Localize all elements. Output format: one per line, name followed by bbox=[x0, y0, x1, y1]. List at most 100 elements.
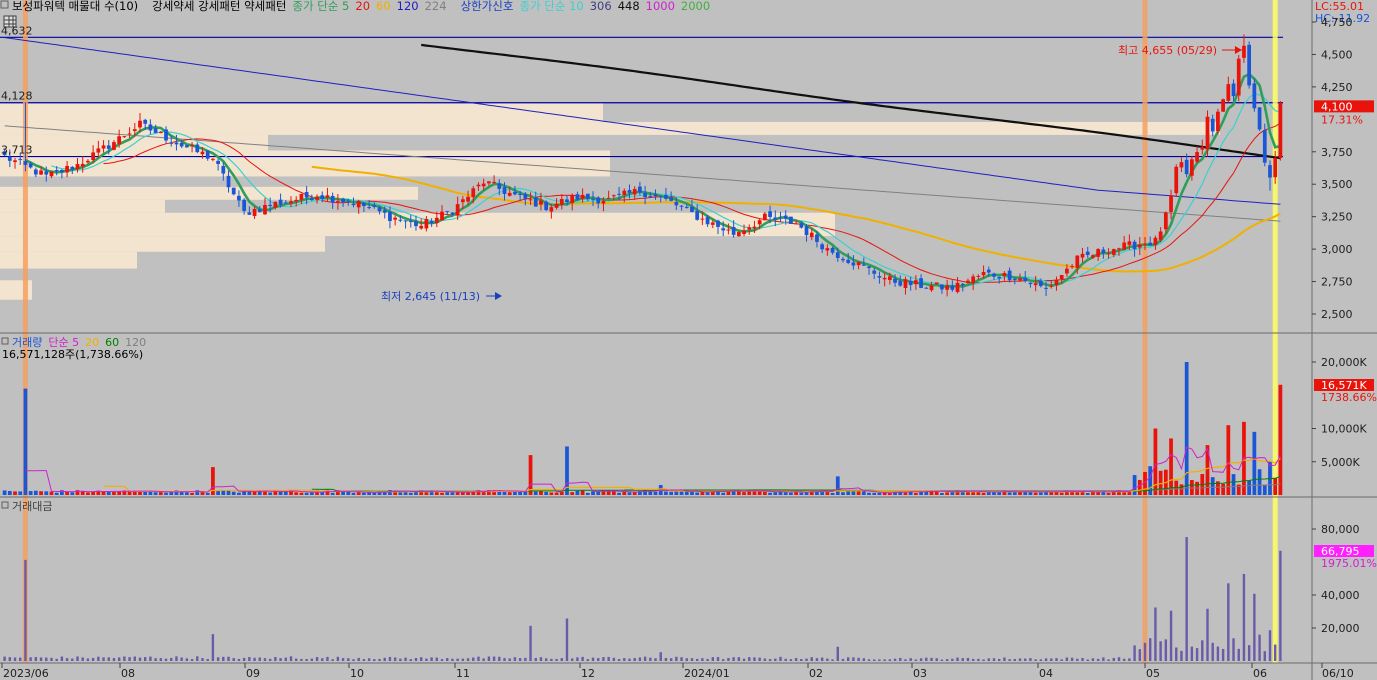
candle-body[interactable] bbox=[1231, 83, 1236, 97]
candle-body[interactable] bbox=[1122, 242, 1127, 250]
candle-body[interactable] bbox=[1210, 118, 1215, 132]
amount-bar[interactable] bbox=[966, 657, 970, 661]
candle-body[interactable] bbox=[679, 205, 684, 207]
amount-bar[interactable] bbox=[883, 659, 886, 661]
candle-body[interactable] bbox=[877, 276, 882, 278]
amount-bar[interactable] bbox=[466, 658, 470, 661]
amount-bar[interactable] bbox=[112, 658, 116, 661]
amount-bar[interactable] bbox=[55, 658, 58, 661]
amount-bar[interactable] bbox=[633, 658, 636, 661]
amount-bar[interactable] bbox=[987, 658, 990, 661]
amount-bar[interactable] bbox=[1263, 651, 1266, 661]
amount-bar[interactable] bbox=[971, 658, 975, 661]
volume-bar[interactable] bbox=[768, 492, 772, 495]
candle-body[interactable] bbox=[211, 158, 215, 160]
amount-bar[interactable] bbox=[873, 659, 876, 661]
amount-bar[interactable] bbox=[123, 656, 126, 661]
candle-body[interactable] bbox=[1268, 165, 1272, 178]
candle-body[interactable] bbox=[382, 210, 387, 213]
amount-bar[interactable] bbox=[149, 656, 152, 661]
candle-body[interactable] bbox=[867, 266, 871, 269]
amount-bar[interactable] bbox=[586, 659, 590, 661]
volume-bar[interactable] bbox=[184, 492, 189, 495]
amount-bar[interactable] bbox=[482, 658, 485, 661]
candle-body[interactable] bbox=[1038, 281, 1043, 287]
amount-bar[interactable] bbox=[341, 658, 345, 661]
candle-body[interactable] bbox=[164, 129, 168, 141]
candle-body[interactable] bbox=[1189, 159, 1194, 176]
candle-body[interactable] bbox=[429, 221, 434, 224]
candle-body[interactable] bbox=[294, 199, 299, 202]
volume-bar[interactable] bbox=[596, 491, 601, 495]
amount-bar[interactable] bbox=[414, 658, 418, 661]
amount-bar[interactable] bbox=[60, 656, 64, 661]
volume-bar[interactable] bbox=[49, 491, 54, 495]
amount-bar[interactable] bbox=[1107, 659, 1110, 661]
candle-body[interactable] bbox=[190, 145, 194, 147]
amount-bar[interactable] bbox=[310, 658, 314, 661]
amount-bar[interactable] bbox=[216, 657, 220, 661]
amount-bar[interactable] bbox=[76, 656, 79, 661]
amount-bar[interactable] bbox=[1185, 537, 1188, 661]
candle-body[interactable] bbox=[601, 200, 606, 204]
candle-body[interactable] bbox=[596, 197, 601, 204]
candle-body[interactable] bbox=[783, 215, 788, 219]
amount-bar[interactable] bbox=[992, 658, 996, 661]
volume-bar[interactable] bbox=[705, 492, 710, 495]
candle-body[interactable] bbox=[309, 198, 314, 201]
volume-bar[interactable] bbox=[205, 492, 210, 495]
amount-bar[interactable] bbox=[800, 659, 803, 661]
amount-bar[interactable] bbox=[846, 657, 850, 661]
volume-bar[interactable] bbox=[1085, 492, 1090, 495]
candle-body[interactable] bbox=[815, 234, 819, 242]
candle-body[interactable] bbox=[794, 223, 798, 225]
volume-bar[interactable] bbox=[1033, 492, 1038, 495]
volume-bar[interactable] bbox=[1075, 492, 1080, 495]
candle-body[interactable] bbox=[835, 252, 840, 258]
amount-bar[interactable] bbox=[227, 656, 230, 661]
volume-bar[interactable] bbox=[690, 491, 694, 495]
amount-bar[interactable] bbox=[367, 658, 371, 661]
volume-bar[interactable] bbox=[190, 492, 194, 495]
candle-body[interactable] bbox=[372, 205, 377, 208]
volume-bar[interactable] bbox=[440, 492, 444, 495]
amount-bar[interactable] bbox=[19, 657, 22, 661]
amount-bar[interactable] bbox=[982, 659, 985, 661]
amount-bar[interactable] bbox=[1279, 550, 1282, 661]
amount-bar[interactable] bbox=[175, 656, 178, 661]
candle-body[interactable] bbox=[200, 151, 205, 155]
volume-bar[interactable] bbox=[611, 491, 616, 495]
candle-body[interactable] bbox=[216, 160, 220, 164]
candle-body[interactable] bbox=[1226, 84, 1231, 101]
amount-bar[interactable] bbox=[602, 657, 605, 661]
candle-body[interactable] bbox=[289, 201, 293, 204]
amount-bar[interactable] bbox=[706, 658, 709, 661]
volume-bar[interactable] bbox=[981, 492, 986, 495]
amount-bar[interactable] bbox=[909, 658, 912, 661]
amount-bar[interactable] bbox=[1091, 658, 1095, 661]
amount-bar[interactable] bbox=[607, 656, 610, 661]
volume-bar[interactable] bbox=[117, 491, 122, 495]
amount-bar[interactable] bbox=[888, 659, 892, 661]
volume-bar[interactable] bbox=[346, 491, 351, 495]
candle-body[interactable] bbox=[976, 275, 981, 277]
candle-body[interactable] bbox=[559, 198, 564, 205]
amount-bar[interactable] bbox=[591, 657, 595, 661]
volume-bar[interactable] bbox=[1262, 484, 1267, 495]
candle-body[interactable] bbox=[1033, 283, 1038, 286]
candle-body[interactable] bbox=[169, 142, 174, 144]
candle-body[interactable] bbox=[898, 281, 903, 286]
amount-bar[interactable] bbox=[263, 658, 267, 661]
candle-body[interactable] bbox=[356, 200, 361, 208]
volume-bar[interactable] bbox=[1007, 492, 1012, 495]
amount-bar[interactable] bbox=[649, 657, 652, 661]
amount-bar[interactable] bbox=[248, 657, 251, 661]
candle-body[interactable] bbox=[28, 163, 33, 168]
candle-body[interactable] bbox=[226, 175, 231, 188]
amount-bar[interactable] bbox=[852, 657, 855, 661]
candle-body[interactable] bbox=[330, 195, 335, 203]
candle-body[interactable] bbox=[565, 199, 569, 202]
volume-bar[interactable] bbox=[268, 492, 273, 495]
amount-bar[interactable] bbox=[456, 658, 459, 661]
candle-body[interactable] bbox=[325, 195, 330, 198]
